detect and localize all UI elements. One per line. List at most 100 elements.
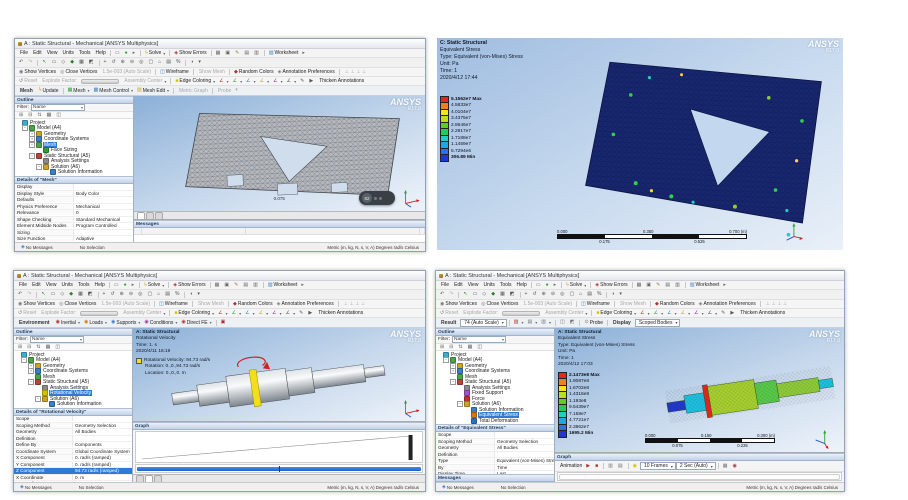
toolbar-button[interactable]: ∠: [652, 311, 666, 316]
toolbar-button[interactable]: ✎: [297, 311, 306, 316]
toolbar-button[interactable]: ◇: [59, 60, 68, 65]
context-button[interactable]: Mesh: [17, 88, 35, 94]
recorder-zoom-widget[interactable]: 82: [359, 191, 395, 205]
menu-item[interactable]: [139, 282, 140, 288]
toolbar-button[interactable]: [576, 301, 577, 307]
toolbar-button[interactable]: ▾: [195, 292, 203, 297]
toolbar-button[interactable]: ↖: [461, 292, 470, 297]
context-button[interactable]: ◫: [558, 320, 568, 325]
triad-axes-icon[interactable]: [812, 429, 832, 449]
outline-tool-button[interactable]: ⊟: [26, 113, 35, 118]
toolbar-button[interactable]: ⊕: [118, 292, 127, 297]
viewport-3d[interactable]: ANSYSR17.0 0.075 82: [134, 96, 425, 211]
menu-item[interactable]: ✎: [654, 283, 663, 288]
outline-tool-button[interactable]: ◫: [53, 345, 63, 350]
menu-item[interactable]: ▥: [251, 283, 261, 288]
toolbar-button[interactable]: ↺Reset: [16, 310, 38, 316]
toolbar-button[interactable]: ↖: [40, 60, 49, 65]
context-button[interactable]: ◉Loads: [82, 320, 109, 326]
menu-item[interactable]: Tools: [75, 282, 92, 288]
expand-icon[interactable]: [15, 120, 21, 126]
toolbar-button[interactable]: ◈Annotation Preferences: [275, 301, 336, 307]
toolbar-button[interactable]: ◆Random Colors: [232, 69, 276, 75]
context-button[interactable]: [212, 88, 213, 94]
toolbar-button[interactable]: ▾: [196, 60, 204, 65]
menu-item[interactable]: ▣: [222, 283, 232, 288]
menu-item[interactable]: ▦: [635, 283, 645, 288]
toolbar-button[interactable]: ◆: [68, 60, 77, 65]
toolbar-button[interactable]: ↶: [438, 292, 447, 297]
expand-icon[interactable]: [464, 418, 470, 424]
bottom-tab[interactable]: [154, 475, 162, 482]
context-button[interactable]: ◉Direct FE: [179, 320, 213, 326]
menu-item[interactable]: ●: [123, 51, 131, 56]
toolbar-button[interactable]: ∠: [231, 79, 245, 84]
menu-item[interactable]: ▧Worksheet: [688, 282, 722, 288]
toolbar-button[interactable]: [339, 69, 340, 75]
outline-tool-button[interactable]: ▦: [44, 345, 54, 350]
toolbar-button[interactable]: [606, 292, 607, 298]
context-button[interactable]: [509, 320, 510, 326]
toolbar-button[interactable]: ▤: [163, 292, 173, 297]
toolbar-button[interactable]: Thicken Annotations: [737, 310, 787, 316]
menu-item[interactable]: File: [438, 282, 451, 288]
toolbar-button[interactable]: ◩: [508, 292, 518, 297]
toolbar-button[interactable]: [614, 301, 615, 307]
animation-slider-track[interactable]: [559, 474, 840, 480]
toolbar-button[interactable]: [81, 79, 119, 84]
context-button[interactable]: [63, 88, 64, 94]
toolbar-button[interactable]: [169, 310, 170, 316]
toolbar-button[interactable]: Assembly Center: [121, 78, 168, 84]
menu-item[interactable]: File: [17, 50, 30, 56]
menu-item[interactable]: [211, 50, 212, 56]
toolbar-button[interactable]: ▭: [471, 292, 481, 297]
menu-item[interactable]: ●: [544, 283, 552, 288]
menu-item[interactable]: [590, 282, 591, 288]
view-tab[interactable]: [137, 212, 145, 219]
toolbar-button[interactable]: ✎: [298, 79, 307, 84]
animation-button[interactable]: 2 Sec (Auto): [676, 462, 716, 470]
menu-item[interactable]: ▸: [552, 283, 560, 288]
menu-item[interactable]: ●: [122, 283, 130, 288]
menu-item[interactable]: ▦: [213, 283, 223, 288]
toolbar-button[interactable]: ∠: [216, 311, 230, 316]
bottom-tab[interactable]: [145, 475, 153, 482]
menu-item[interactable]: ▥: [673, 283, 683, 288]
context-button[interactable]: ◉Conditions: [142, 320, 179, 326]
toolbar-button[interactable]: [98, 292, 99, 298]
toolbar-button[interactable]: ◎Close Vertices: [58, 69, 99, 75]
toolbar-button[interactable]: ◎: [136, 292, 145, 297]
animation-button[interactable]: Animation: [557, 463, 584, 469]
menu-item[interactable]: ▸: [130, 283, 138, 288]
menu-item[interactable]: View: [43, 282, 59, 288]
toolbar-button[interactable]: ⌂: [156, 60, 164, 65]
toolbar-button[interactable]: [520, 292, 521, 298]
time-slider[interactable]: [135, 464, 423, 473]
menu-item[interactable]: ▤: [242, 51, 252, 56]
menu-item[interactable]: ◈Show Errors: [172, 50, 208, 56]
context-button[interactable]: ▥: [539, 320, 553, 325]
toolbar-button[interactable]: ▤: [585, 292, 595, 297]
menu-item[interactable]: ▸: [299, 283, 307, 288]
toolbar-button[interactable]: +: [101, 292, 109, 297]
context-button[interactable]: [579, 320, 580, 326]
animation-button[interactable]: [628, 463, 629, 469]
context-button[interactable]: Environment: [16, 320, 52, 326]
animation-button[interactable]: [718, 463, 719, 469]
toolbar-button[interactable]: 1.5e-003 (Auto Scale): [98, 301, 152, 307]
toolbar-button[interactable]: ↺Reset: [438, 310, 460, 316]
context-button[interactable]: ▣: [219, 320, 229, 325]
menu-item[interactable]: Units: [59, 50, 75, 56]
toolbar-button[interactable]: ◫Wireframe: [579, 301, 612, 307]
toolbar-button[interactable]: ◎Close Vertices: [479, 301, 520, 307]
tree-item[interactable]: Solution Information: [42, 402, 132, 408]
menu-item[interactable]: [685, 282, 686, 288]
expand-icon[interactable]: −: [35, 396, 41, 402]
toolbar-button[interactable]: ∠: [679, 311, 693, 316]
toolbar-button[interactable]: ↺: [109, 60, 118, 65]
toolbar-button[interactable]: [192, 301, 193, 307]
toolbar-button[interactable]: ◉Show Vertices: [438, 301, 479, 307]
animation-button[interactable]: [603, 463, 604, 469]
context-button[interactable]: ◩: [568, 320, 578, 325]
context-button[interactable]: ▦Mesh: [66, 88, 92, 94]
